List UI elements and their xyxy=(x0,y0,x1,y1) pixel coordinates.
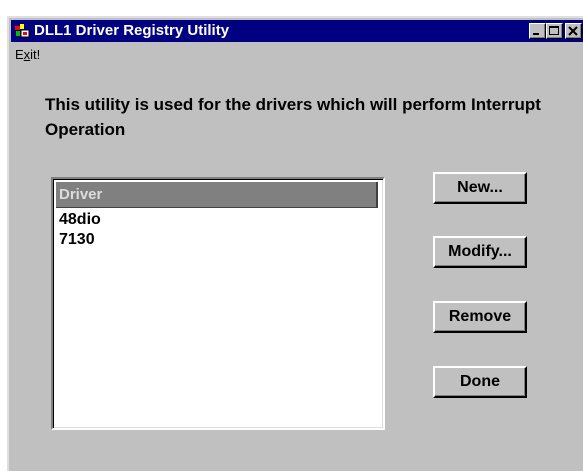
list-item[interactable]: 7130 xyxy=(59,230,95,250)
title-bar[interactable]: DLL1 Driver Registry Utility xyxy=(11,20,583,42)
app-icon[interactable] xyxy=(15,24,31,38)
driver-list[interactable]: Driver 48dio 7130 xyxy=(51,177,385,430)
list-item[interactable]: 48dio xyxy=(59,210,101,230)
remove-button[interactable]: Remove xyxy=(433,301,527,333)
new-button[interactable]: New... xyxy=(433,172,527,204)
maximize-icon[interactable] xyxy=(546,23,563,39)
minimize-icon[interactable] xyxy=(529,23,546,39)
modify-button[interactable]: Modify... xyxy=(433,236,527,268)
close-icon[interactable] xyxy=(565,23,582,39)
window-title: DLL1 Driver Registry Utility xyxy=(34,22,230,39)
menu-bar: Exit! xyxy=(13,46,42,64)
description-text: This utility is used for the drivers whi… xyxy=(45,95,541,139)
done-button[interactable]: Done xyxy=(433,366,527,398)
list-header-driver[interactable]: Driver xyxy=(56,182,378,208)
menu-exit[interactable]: Exit! xyxy=(13,47,42,62)
main-window: DLL1 Driver Registry Utility Exit! This … xyxy=(7,16,583,471)
